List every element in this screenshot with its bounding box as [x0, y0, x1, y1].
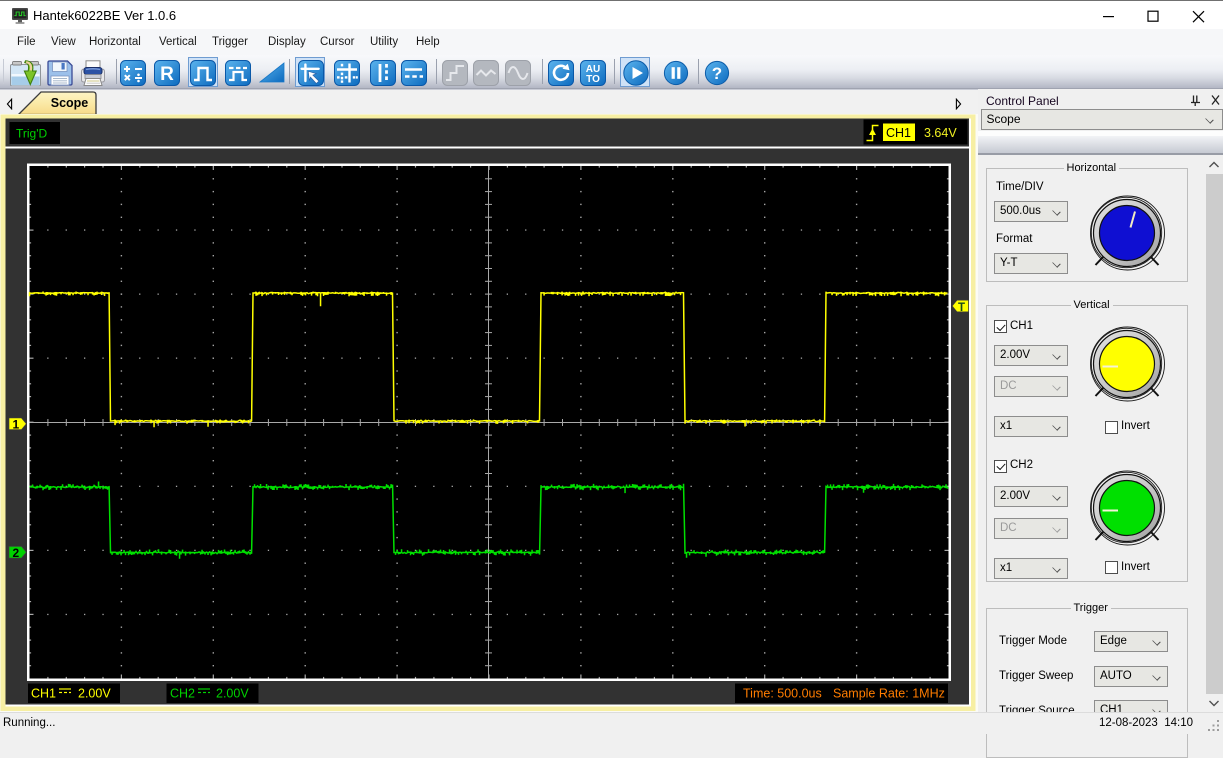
svg-text:Sample Rate: 1MHz: Sample Rate: 1MHz	[833, 687, 945, 701]
svg-text:2: 2	[13, 546, 20, 560]
svg-text:1: 1	[13, 418, 20, 432]
svg-text:TO: TO	[586, 74, 600, 85]
svg-text:Scope: Scope	[51, 96, 89, 110]
svg-text:3.64V: 3.64V	[924, 126, 957, 140]
svg-text:Trig'D: Trig'D	[16, 127, 48, 141]
svg-text:Time: 500.0us: Time: 500.0us	[743, 687, 822, 701]
svg-text:T: T	[958, 302, 965, 314]
svg-text:CH1: CH1	[886, 126, 911, 140]
svg-text:R: R	[160, 64, 174, 85]
svg-text:2.00V: 2.00V	[216, 687, 249, 701]
svg-text:?: ?	[711, 64, 721, 83]
svg-text:2.00V: 2.00V	[78, 687, 111, 701]
svg-text:CH2: CH2	[170, 687, 195, 701]
svg-text:CH1: CH1	[31, 687, 56, 701]
